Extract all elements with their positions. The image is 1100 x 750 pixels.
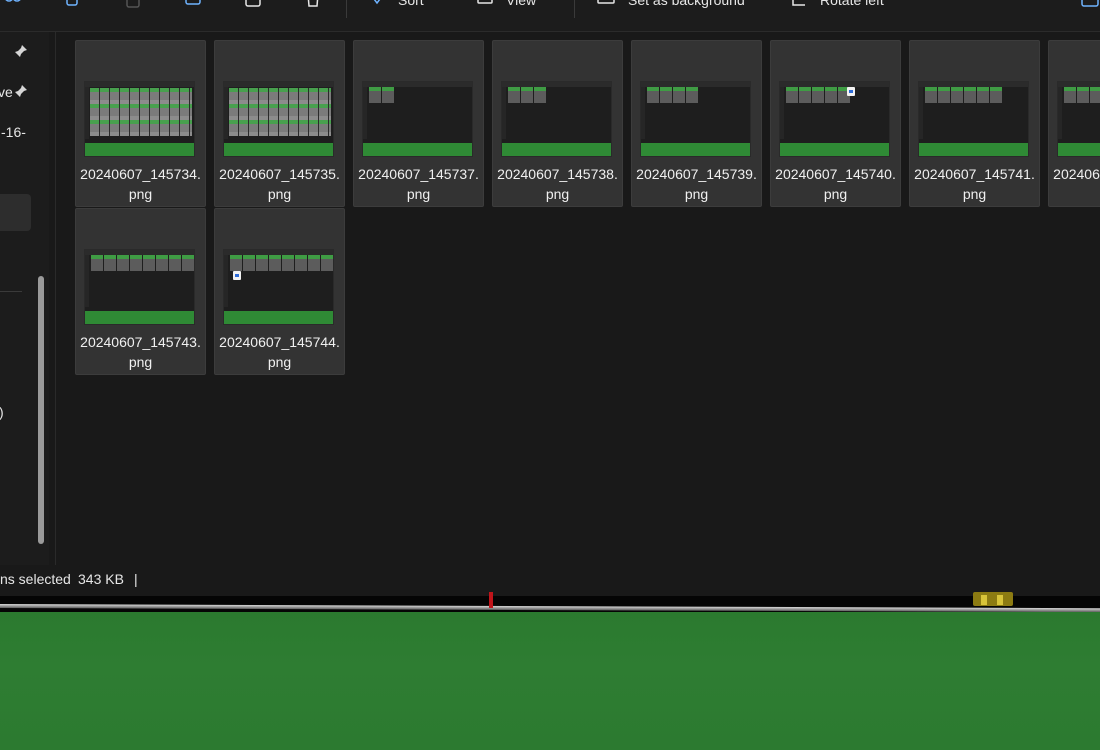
nav-item-label: ve (0, 84, 13, 100)
file-tile[interactable]: 20240607_145735.png (214, 40, 345, 207)
sort-button[interactable]: Sort (368, 0, 424, 11)
file-name: 20240607_145742.png (1053, 166, 1100, 182)
file-tile[interactable]: 20240607_145737.png (353, 40, 484, 207)
command-bar: Sort View Set as background Rotate left (0, 0, 1100, 32)
file-tile[interactable]: 20240607_145740.png (770, 40, 901, 207)
file-thumbnail (84, 81, 195, 157)
paste-icon[interactable] (124, 0, 142, 11)
toolbar-separator (574, 0, 575, 18)
file-grid: 20240607_145734.png 20240607_145735.png 20… (75, 40, 1100, 565)
file-thumbnail (501, 81, 612, 157)
file-name: 20240607_145741.png (914, 166, 1035, 202)
view-button[interactable]: View (476, 0, 536, 11)
nav-item-label: ) (0, 404, 4, 420)
file-thumbnail (640, 81, 751, 157)
document-icon (233, 271, 241, 280)
nav-item-folder[interactable]: -16- (0, 122, 49, 144)
share-icon[interactable] (4, 0, 22, 11)
details-pane-icon[interactable] (1080, 0, 1100, 11)
pane-divider[interactable] (55, 32, 56, 565)
status-bar: ns selected 343 KB | (0, 565, 1100, 595)
pin-icon[interactable] (14, 84, 28, 101)
file-name: 20240607_145739.png (636, 166, 757, 202)
status-separator: | (134, 571, 138, 587)
set-as-background-button[interactable]: Set as background (596, 0, 745, 11)
file-tile[interactable]: 20240607_145743.png (75, 208, 206, 375)
file-thumbnail (779, 81, 890, 157)
pin-icon[interactable] (14, 44, 28, 63)
desktop-icon (597, 0, 615, 4)
file-thumbnail (1057, 81, 1100, 157)
set-as-background-label: Set as background (628, 0, 745, 8)
navigation-pane: ve -16- ) (0, 32, 49, 565)
copy-icon[interactable] (64, 0, 82, 11)
file-name: 20240607_145740.png (775, 166, 896, 202)
rename-icon[interactable] (184, 0, 202, 11)
file-name: 20240607_145743.png (80, 334, 201, 370)
file-thumbnail (84, 249, 195, 325)
file-tile[interactable]: 20240607_145739.png (631, 40, 762, 207)
selection-count: ns selected (0, 571, 71, 587)
file-tile[interactable]: 20240607_145744.png (214, 208, 345, 375)
file-name: 20240607_145735.png (219, 166, 340, 202)
nav-divider (0, 291, 22, 292)
file-name: 20240607_145744.png (219, 334, 340, 370)
background-green-area (0, 612, 1100, 750)
file-tile[interactable]: 20240607_145741.png (909, 40, 1040, 207)
file-thumbnail (362, 81, 473, 157)
file-name: 20240607_145734.png (80, 166, 201, 202)
nav-item-selected[interactable] (0, 194, 31, 231)
view-label: View (506, 0, 537, 8)
export-icon[interactable] (244, 0, 262, 11)
file-name: 20240607_145737.png (358, 166, 479, 202)
rotate-left-button[interactable]: Rotate left (790, 0, 884, 11)
file-thumbnail (223, 81, 334, 157)
background-yellow-element (973, 592, 1013, 606)
nav-item-drive[interactable]: ve (0, 82, 49, 104)
delete-icon[interactable] (304, 0, 322, 11)
rotate-left-icon (792, 0, 805, 6)
document-icon (847, 87, 855, 96)
view-icon (477, 0, 493, 4)
selection-size: 343 KB (78, 571, 124, 587)
file-tile[interactable]: 20240607_145742.png (1048, 40, 1100, 207)
file-thumbnail (223, 249, 334, 325)
background-red-marker (489, 592, 493, 608)
file-thumbnail (918, 81, 1029, 157)
nav-scrollbar[interactable] (38, 276, 44, 544)
file-tile[interactable]: 20240607_145738.png (492, 40, 623, 207)
rotate-left-label: Rotate left (820, 0, 884, 8)
sort-icon (373, 0, 381, 5)
nav-item-label: -16- (1, 124, 26, 140)
file-explorer-window: Sort View Set as background Rotate left … (0, 0, 1100, 596)
file-name: 20240607_145738.png (497, 166, 618, 202)
sort-label: Sort (398, 0, 424, 8)
file-tile[interactable]: 20240607_145734.png (75, 40, 206, 207)
toolbar-separator (346, 0, 347, 18)
